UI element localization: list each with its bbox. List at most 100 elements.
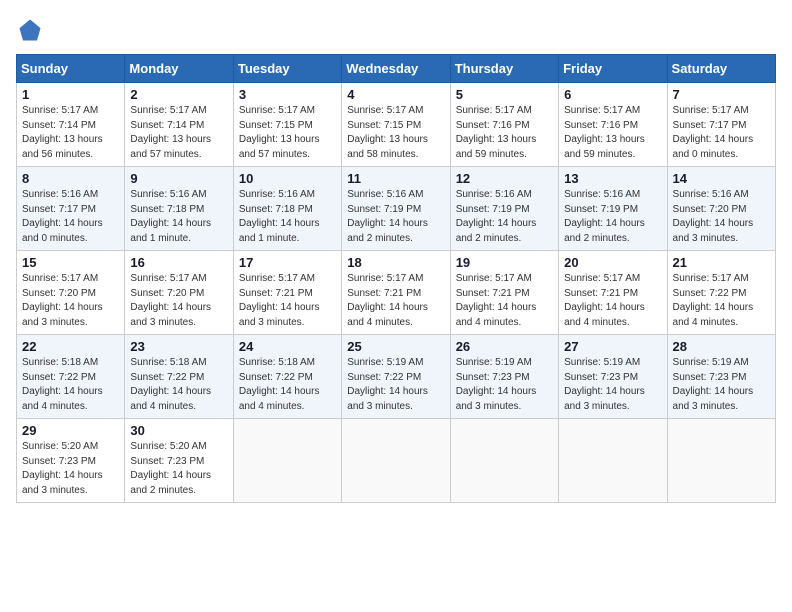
calendar-cell: 5 Sunrise: 5:17 AMSunset: 7:16 PMDayligh… — [450, 83, 558, 167]
logo — [16, 16, 48, 44]
day-info: Sunrise: 5:17 AMSunset: 7:16 PMDaylight:… — [564, 104, 661, 162]
col-header-friday: Friday — [559, 55, 667, 83]
calendar-cell: 17 Sunrise: 5:17 AMSunset: 7:21 PMDaylig… — [233, 251, 341, 335]
calendar-cell: 12 Sunrise: 5:16 AMSunset: 7:19 PMDaylig… — [450, 167, 558, 251]
day-number: 5 — [456, 87, 553, 102]
calendar-week-row: 8 Sunrise: 5:16 AMSunset: 7:17 PMDayligh… — [17, 167, 776, 251]
calendar-cell: 9 Sunrise: 5:16 AMSunset: 7:18 PMDayligh… — [125, 167, 233, 251]
day-info: Sunrise: 5:16 AMSunset: 7:17 PMDaylight:… — [22, 188, 119, 246]
day-number: 15 — [22, 255, 119, 270]
day-number: 9 — [130, 171, 227, 186]
calendar-cell: 16 Sunrise: 5:17 AMSunset: 7:20 PMDaylig… — [125, 251, 233, 335]
day-info: Sunrise: 5:16 AMSunset: 7:18 PMDaylight:… — [130, 188, 227, 246]
day-number: 29 — [22, 423, 119, 438]
day-number: 20 — [564, 255, 661, 270]
calendar-cell: 25 Sunrise: 5:19 AMSunset: 7:22 PMDaylig… — [342, 335, 450, 419]
day-info: Sunrise: 5:17 AMSunset: 7:21 PMDaylight:… — [564, 272, 661, 330]
day-number: 19 — [456, 255, 553, 270]
day-number: 18 — [347, 255, 444, 270]
day-info: Sunrise: 5:16 AMSunset: 7:20 PMDaylight:… — [673, 188, 770, 246]
calendar-cell: 19 Sunrise: 5:17 AMSunset: 7:21 PMDaylig… — [450, 251, 558, 335]
calendar-cell — [342, 419, 450, 503]
calendar-week-row: 22 Sunrise: 5:18 AMSunset: 7:22 PMDaylig… — [17, 335, 776, 419]
col-header-wednesday: Wednesday — [342, 55, 450, 83]
day-number: 22 — [22, 339, 119, 354]
calendar-cell — [450, 419, 558, 503]
calendar-cell: 28 Sunrise: 5:19 AMSunset: 7:23 PMDaylig… — [667, 335, 775, 419]
day-number: 7 — [673, 87, 770, 102]
calendar-cell: 18 Sunrise: 5:17 AMSunset: 7:21 PMDaylig… — [342, 251, 450, 335]
day-info: Sunrise: 5:18 AMSunset: 7:22 PMDaylight:… — [22, 356, 119, 414]
day-number: 13 — [564, 171, 661, 186]
day-number: 3 — [239, 87, 336, 102]
logo-icon — [16, 16, 44, 44]
day-number: 23 — [130, 339, 227, 354]
day-info: Sunrise: 5:17 AMSunset: 7:17 PMDaylight:… — [673, 104, 770, 162]
day-info: Sunrise: 5:19 AMSunset: 7:22 PMDaylight:… — [347, 356, 444, 414]
day-number: 8 — [22, 171, 119, 186]
calendar-cell: 24 Sunrise: 5:18 AMSunset: 7:22 PMDaylig… — [233, 335, 341, 419]
calendar-cell: 20 Sunrise: 5:17 AMSunset: 7:21 PMDaylig… — [559, 251, 667, 335]
calendar-week-row: 1 Sunrise: 5:17 AMSunset: 7:14 PMDayligh… — [17, 83, 776, 167]
calendar-cell: 6 Sunrise: 5:17 AMSunset: 7:16 PMDayligh… — [559, 83, 667, 167]
day-number: 26 — [456, 339, 553, 354]
calendar-cell: 22 Sunrise: 5:18 AMSunset: 7:22 PMDaylig… — [17, 335, 125, 419]
calendar-cell — [667, 419, 775, 503]
calendar-week-row: 15 Sunrise: 5:17 AMSunset: 7:20 PMDaylig… — [17, 251, 776, 335]
day-number: 28 — [673, 339, 770, 354]
day-info: Sunrise: 5:19 AMSunset: 7:23 PMDaylight:… — [564, 356, 661, 414]
calendar-cell: 29 Sunrise: 5:20 AMSunset: 7:23 PMDaylig… — [17, 419, 125, 503]
day-number: 14 — [673, 171, 770, 186]
day-info: Sunrise: 5:18 AMSunset: 7:22 PMDaylight:… — [130, 356, 227, 414]
calendar-cell: 4 Sunrise: 5:17 AMSunset: 7:15 PMDayligh… — [342, 83, 450, 167]
day-number: 21 — [673, 255, 770, 270]
day-info: Sunrise: 5:17 AMSunset: 7:21 PMDaylight:… — [456, 272, 553, 330]
col-header-tuesday: Tuesday — [233, 55, 341, 83]
day-info: Sunrise: 5:16 AMSunset: 7:19 PMDaylight:… — [564, 188, 661, 246]
day-number: 11 — [347, 171, 444, 186]
calendar-cell: 14 Sunrise: 5:16 AMSunset: 7:20 PMDaylig… — [667, 167, 775, 251]
day-info: Sunrise: 5:17 AMSunset: 7:22 PMDaylight:… — [673, 272, 770, 330]
col-header-sunday: Sunday — [17, 55, 125, 83]
col-header-monday: Monday — [125, 55, 233, 83]
day-info: Sunrise: 5:20 AMSunset: 7:23 PMDaylight:… — [22, 440, 119, 498]
calendar-cell: 3 Sunrise: 5:17 AMSunset: 7:15 PMDayligh… — [233, 83, 341, 167]
day-number: 1 — [22, 87, 119, 102]
calendar-cell: 8 Sunrise: 5:16 AMSunset: 7:17 PMDayligh… — [17, 167, 125, 251]
day-info: Sunrise: 5:20 AMSunset: 7:23 PMDaylight:… — [130, 440, 227, 498]
day-info: Sunrise: 5:17 AMSunset: 7:21 PMDaylight:… — [239, 272, 336, 330]
day-info: Sunrise: 5:17 AMSunset: 7:20 PMDaylight:… — [130, 272, 227, 330]
calendar-cell: 23 Sunrise: 5:18 AMSunset: 7:22 PMDaylig… — [125, 335, 233, 419]
calendar-cell: 10 Sunrise: 5:16 AMSunset: 7:18 PMDaylig… — [233, 167, 341, 251]
page-header — [16, 16, 776, 44]
day-number: 24 — [239, 339, 336, 354]
day-info: Sunrise: 5:17 AMSunset: 7:14 PMDaylight:… — [22, 104, 119, 162]
day-number: 17 — [239, 255, 336, 270]
calendar-cell: 26 Sunrise: 5:19 AMSunset: 7:23 PMDaylig… — [450, 335, 558, 419]
day-number: 16 — [130, 255, 227, 270]
day-info: Sunrise: 5:17 AMSunset: 7:15 PMDaylight:… — [347, 104, 444, 162]
day-info: Sunrise: 5:19 AMSunset: 7:23 PMDaylight:… — [673, 356, 770, 414]
day-info: Sunrise: 5:17 AMSunset: 7:16 PMDaylight:… — [456, 104, 553, 162]
col-header-saturday: Saturday — [667, 55, 775, 83]
day-info: Sunrise: 5:17 AMSunset: 7:15 PMDaylight:… — [239, 104, 336, 162]
day-info: Sunrise: 5:17 AMSunset: 7:21 PMDaylight:… — [347, 272, 444, 330]
day-number: 30 — [130, 423, 227, 438]
calendar-week-row: 29 Sunrise: 5:20 AMSunset: 7:23 PMDaylig… — [17, 419, 776, 503]
calendar-cell: 7 Sunrise: 5:17 AMSunset: 7:17 PMDayligh… — [667, 83, 775, 167]
day-number: 4 — [347, 87, 444, 102]
day-info: Sunrise: 5:16 AMSunset: 7:19 PMDaylight:… — [347, 188, 444, 246]
calendar-cell — [559, 419, 667, 503]
day-number: 2 — [130, 87, 227, 102]
calendar-cell: 15 Sunrise: 5:17 AMSunset: 7:20 PMDaylig… — [17, 251, 125, 335]
day-number: 10 — [239, 171, 336, 186]
calendar-cell: 1 Sunrise: 5:17 AMSunset: 7:14 PMDayligh… — [17, 83, 125, 167]
calendar-cell: 2 Sunrise: 5:17 AMSunset: 7:14 PMDayligh… — [125, 83, 233, 167]
day-number: 25 — [347, 339, 444, 354]
calendar-cell — [233, 419, 341, 503]
day-info: Sunrise: 5:16 AMSunset: 7:18 PMDaylight:… — [239, 188, 336, 246]
calendar-cell: 13 Sunrise: 5:16 AMSunset: 7:19 PMDaylig… — [559, 167, 667, 251]
day-info: Sunrise: 5:19 AMSunset: 7:23 PMDaylight:… — [456, 356, 553, 414]
calendar-cell: 11 Sunrise: 5:16 AMSunset: 7:19 PMDaylig… — [342, 167, 450, 251]
calendar-cell: 30 Sunrise: 5:20 AMSunset: 7:23 PMDaylig… — [125, 419, 233, 503]
